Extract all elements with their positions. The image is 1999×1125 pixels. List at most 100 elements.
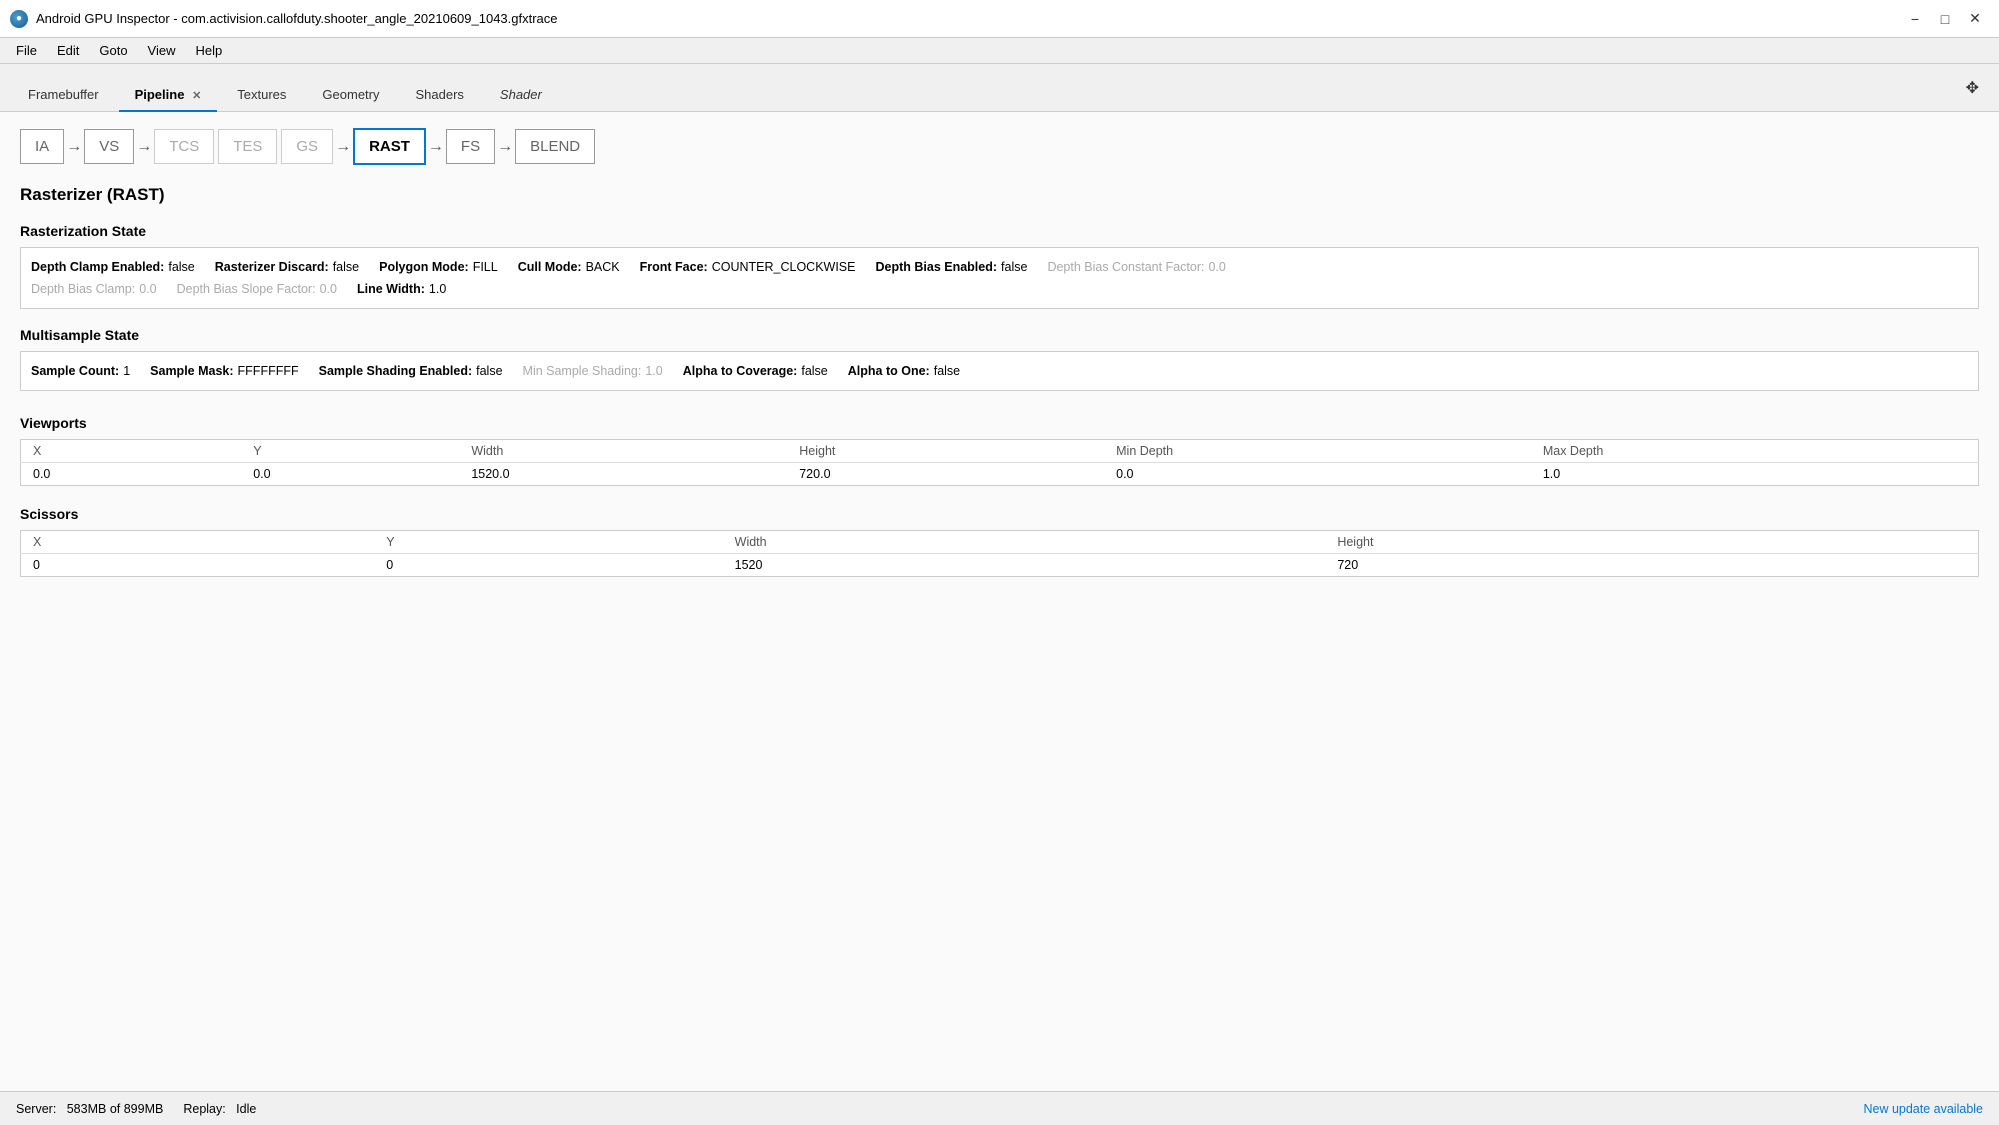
expand-icon[interactable]: ✥ bbox=[1958, 74, 1987, 102]
scissors-table: X Y Width Height 0 0 1520 720 bbox=[20, 530, 1979, 577]
stage-gs[interactable]: GS bbox=[281, 129, 333, 164]
scissor-y: 0 bbox=[374, 554, 722, 577]
multisample-row-1: Sample Count: 1 Sample Mask: FFFFFFFF Sa… bbox=[31, 360, 1968, 382]
tab-geometry[interactable]: Geometry bbox=[306, 79, 395, 112]
viewport-min-depth: 0.0 bbox=[1104, 463, 1531, 486]
scissors-section: Scissors X Y Width Height 0 0 1520 720 bbox=[20, 506, 1979, 577]
arrow-vs-tcs: → bbox=[134, 138, 154, 156]
alpha-to-one-value: false bbox=[934, 364, 960, 378]
stage-blend[interactable]: BLEND bbox=[515, 129, 595, 164]
server-used: 583MB bbox=[67, 1102, 107, 1116]
depth-bias-constant-factor-label: Depth Bias Constant Factor: bbox=[1047, 260, 1204, 274]
scissor-width: 1520 bbox=[723, 554, 1326, 577]
sample-mask-value: FFFFFFFF bbox=[238, 364, 299, 378]
status-bar: Server: 583MB of 899MB Replay: Idle New … bbox=[0, 1091, 1999, 1125]
close-button[interactable]: ✕ bbox=[1961, 5, 1989, 33]
alpha-to-coverage-label: Alpha to Coverage: bbox=[683, 364, 798, 378]
viewport-x: 0.0 bbox=[21, 463, 242, 486]
viewports-table: X Y Width Height Min Depth Max Depth 0.0… bbox=[20, 439, 1979, 486]
scissor-height: 720 bbox=[1325, 554, 1978, 577]
minimize-button[interactable]: − bbox=[1901, 5, 1929, 33]
table-row: 0 0 1520 720 bbox=[21, 554, 1979, 577]
maximize-button[interactable]: □ bbox=[1931, 5, 1959, 33]
arrow-fs-blend: → bbox=[495, 138, 515, 156]
min-sample-shading-value: 1.0 bbox=[645, 364, 662, 378]
menu-goto[interactable]: Goto bbox=[91, 40, 135, 61]
multisample-state-title: Multisample State bbox=[20, 327, 1979, 343]
stage-tes[interactable]: TES bbox=[218, 129, 277, 164]
server-label: Server: bbox=[16, 1102, 56, 1116]
sample-count-value: 1 bbox=[123, 364, 130, 378]
alpha-to-one-label: Alpha to One: bbox=[848, 364, 930, 378]
multisample-state-table: Sample Count: 1 Sample Mask: FFFFFFFF Sa… bbox=[20, 351, 1979, 391]
arrow-rast-fs: → bbox=[426, 138, 446, 156]
depth-bias-enabled-value: false bbox=[1001, 260, 1027, 274]
menu-bar: File Edit Goto View Help bbox=[0, 38, 1999, 64]
tab-pipeline[interactable]: Pipeline ✕ bbox=[119, 79, 218, 112]
table-row: 0.0 0.0 1520.0 720.0 0.0 1.0 bbox=[21, 463, 1979, 486]
menu-view[interactable]: View bbox=[140, 40, 184, 61]
scissor-col-height: Height bbox=[1325, 531, 1978, 554]
stage-fs[interactable]: FS bbox=[446, 129, 495, 164]
rasterization-state-table: Depth Clamp Enabled: false Rasterizer Di… bbox=[20, 247, 1979, 309]
server-total: 899MB bbox=[124, 1102, 164, 1116]
sample-shading-enabled-label: Sample Shading Enabled: bbox=[319, 364, 473, 378]
sample-mask-label: Sample Mask: bbox=[150, 364, 233, 378]
viewport-max-depth: 1.0 bbox=[1531, 463, 1979, 486]
viewport-height: 720.0 bbox=[787, 463, 1104, 486]
tab-textures[interactable]: Textures bbox=[221, 79, 302, 112]
tabs-bar: Framebuffer Pipeline ✕ Textures Geometry… bbox=[0, 64, 1999, 112]
replay-status: Replay: Idle bbox=[183, 1102, 256, 1116]
menu-file[interactable]: File bbox=[8, 40, 45, 61]
polygon-mode-label: Polygon Mode: bbox=[379, 260, 469, 274]
title-bar-controls: − □ ✕ bbox=[1901, 5, 1989, 33]
arrow-ia-vs: → bbox=[64, 138, 84, 156]
line-width-value: 1.0 bbox=[429, 282, 446, 296]
title-bar: ● Android GPU Inspector - com.activision… bbox=[0, 0, 1999, 38]
depth-clamp-value: false bbox=[168, 260, 194, 274]
tab-pipeline-close[interactable]: ✕ bbox=[192, 90, 201, 102]
scissor-x: 0 bbox=[21, 554, 375, 577]
scissors-header-row: X Y Width Height bbox=[21, 531, 1979, 554]
rasterization-row-2: Depth Bias Clamp: 0.0 Depth Bias Slope F… bbox=[31, 278, 1968, 300]
viewport-col-x: X bbox=[21, 440, 242, 463]
menu-help[interactable]: Help bbox=[188, 40, 231, 61]
rasterization-state-title: Rasterization State bbox=[20, 223, 1979, 239]
depth-bias-enabled-label: Depth Bias Enabled: bbox=[875, 260, 997, 274]
rasterization-row-1: Depth Clamp Enabled: false Rasterizer Di… bbox=[31, 256, 1968, 278]
cull-mode-value: BACK bbox=[586, 260, 620, 274]
pipeline-stages: IA → VS → TCS TES GS → RAST → FS → BLEND bbox=[20, 128, 1979, 165]
rasterizer-discard-label: Rasterizer Discard: bbox=[215, 260, 329, 274]
title-bar-left: ● Android GPU Inspector - com.activision… bbox=[10, 10, 558, 28]
stage-tcs[interactable]: TCS bbox=[154, 129, 214, 164]
viewport-col-width: Width bbox=[459, 440, 787, 463]
stage-rast[interactable]: RAST bbox=[353, 128, 426, 165]
viewport-col-height: Height bbox=[787, 440, 1104, 463]
viewports-title: Viewports bbox=[20, 415, 1979, 431]
menu-edit[interactable]: Edit bbox=[49, 40, 87, 61]
tab-framebuffer[interactable]: Framebuffer bbox=[12, 79, 115, 112]
depth-bias-clamp-label: Depth Bias Clamp: bbox=[31, 282, 135, 296]
depth-bias-slope-factor-label: Depth Bias Slope Factor: bbox=[177, 282, 316, 296]
stage-vs[interactable]: VS bbox=[84, 129, 134, 164]
server-status: Server: 583MB of 899MB bbox=[16, 1102, 163, 1116]
update-link[interactable]: New update available bbox=[1863, 1102, 1983, 1116]
line-width-label: Line Width: bbox=[357, 282, 425, 296]
scissor-col-width: Width bbox=[723, 531, 1326, 554]
replay-state: Idle bbox=[236, 1102, 256, 1116]
depth-bias-constant-factor-value: 0.0 bbox=[1208, 260, 1225, 274]
stage-ia[interactable]: IA bbox=[20, 129, 64, 164]
rasterizer-title: Rasterizer (RAST) bbox=[20, 185, 1979, 205]
depth-clamp-label: Depth Clamp Enabled: bbox=[31, 260, 164, 274]
viewport-width: 1520.0 bbox=[459, 463, 787, 486]
sample-shading-enabled-value: false bbox=[476, 364, 502, 378]
cull-mode-label: Cull Mode: bbox=[518, 260, 582, 274]
viewport-col-y: Y bbox=[241, 440, 459, 463]
viewport-col-max-depth: Max Depth bbox=[1531, 440, 1979, 463]
viewports-header-row: X Y Width Height Min Depth Max Depth bbox=[21, 440, 1979, 463]
status-left: Server: 583MB of 899MB Replay: Idle bbox=[16, 1102, 256, 1116]
depth-bias-clamp-value: 0.0 bbox=[139, 282, 156, 296]
tab-shaders[interactable]: Shaders bbox=[400, 79, 480, 112]
scissor-col-x: X bbox=[21, 531, 375, 554]
tab-shader[interactable]: Shader bbox=[484, 79, 558, 112]
